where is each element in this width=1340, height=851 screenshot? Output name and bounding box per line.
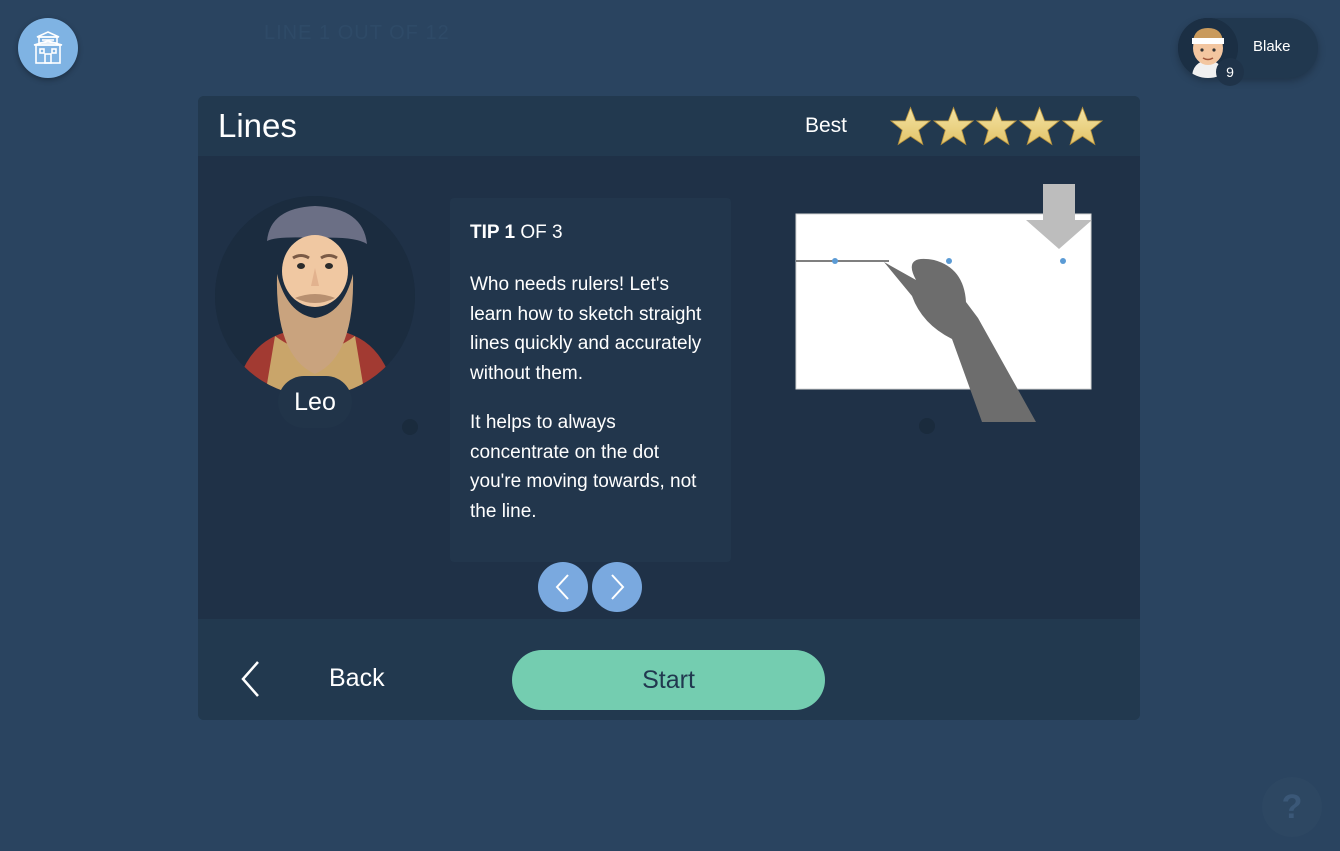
progress-title: LINE 1 OUT OF 12 <box>264 22 450 44</box>
card-footer: Back Start <box>198 619 1140 720</box>
level-badge: 9 <box>1216 58 1244 86</box>
profile-name: Blake <box>1253 38 1291 55</box>
leonardo-portrait-icon <box>215 196 415 396</box>
illustration-dot <box>919 418 935 434</box>
drawing-hand-illustration <box>795 184 1092 422</box>
home-button[interactable] <box>18 18 78 78</box>
best-label: Best <box>805 114 848 137</box>
tip-panel: TIP 1 OF 3 Who needs rulers! Let's learn… <box>450 198 731 562</box>
tip-number: TIP 1 <box>470 222 516 243</box>
chevron-left-icon <box>555 574 569 600</box>
lesson-card: Lines Best Leo TIP 1 OF 3 Who needs rule… <box>198 96 1140 720</box>
start-button[interactable]: Start <box>512 650 825 710</box>
star-icon <box>933 106 974 146</box>
tip-paragraph: Who needs rulers! Let's learn how to ske… <box>470 274 702 384</box>
card-body: Leo TIP 1 OF 3 Who needs rulers! Let's l… <box>198 156 1140 619</box>
tip-paragraph: It helps to always concentrate on the do… <box>470 412 697 522</box>
building-icon <box>33 31 63 64</box>
chevron-left-icon <box>241 661 259 697</box>
star-icon <box>1019 106 1060 146</box>
portrait-dot <box>402 419 418 435</box>
tip-counter: TIP 1 OF 3 <box>470 222 711 244</box>
chevron-right-icon <box>611 574 625 600</box>
character-portrait <box>215 196 415 396</box>
back-button[interactable] <box>238 659 262 704</box>
help-button[interactable]: ? <box>1262 777 1322 837</box>
star-icon <box>976 106 1017 146</box>
prev-tip-button[interactable] <box>538 562 588 612</box>
character-name: Leo <box>278 376 352 428</box>
tip-illustration <box>794 184 1094 434</box>
profile-chip[interactable]: 9 Blake <box>1178 18 1318 86</box>
star-icon <box>890 106 931 146</box>
next-tip-button[interactable] <box>592 562 642 612</box>
tip-of: OF 3 <box>520 222 563 243</box>
back-label[interactable]: Back <box>329 664 385 693</box>
star-icon <box>1062 106 1103 146</box>
star-rating <box>890 105 1103 147</box>
card-header: Lines Best <box>198 96 1140 156</box>
lesson-title: Lines <box>218 107 297 144</box>
